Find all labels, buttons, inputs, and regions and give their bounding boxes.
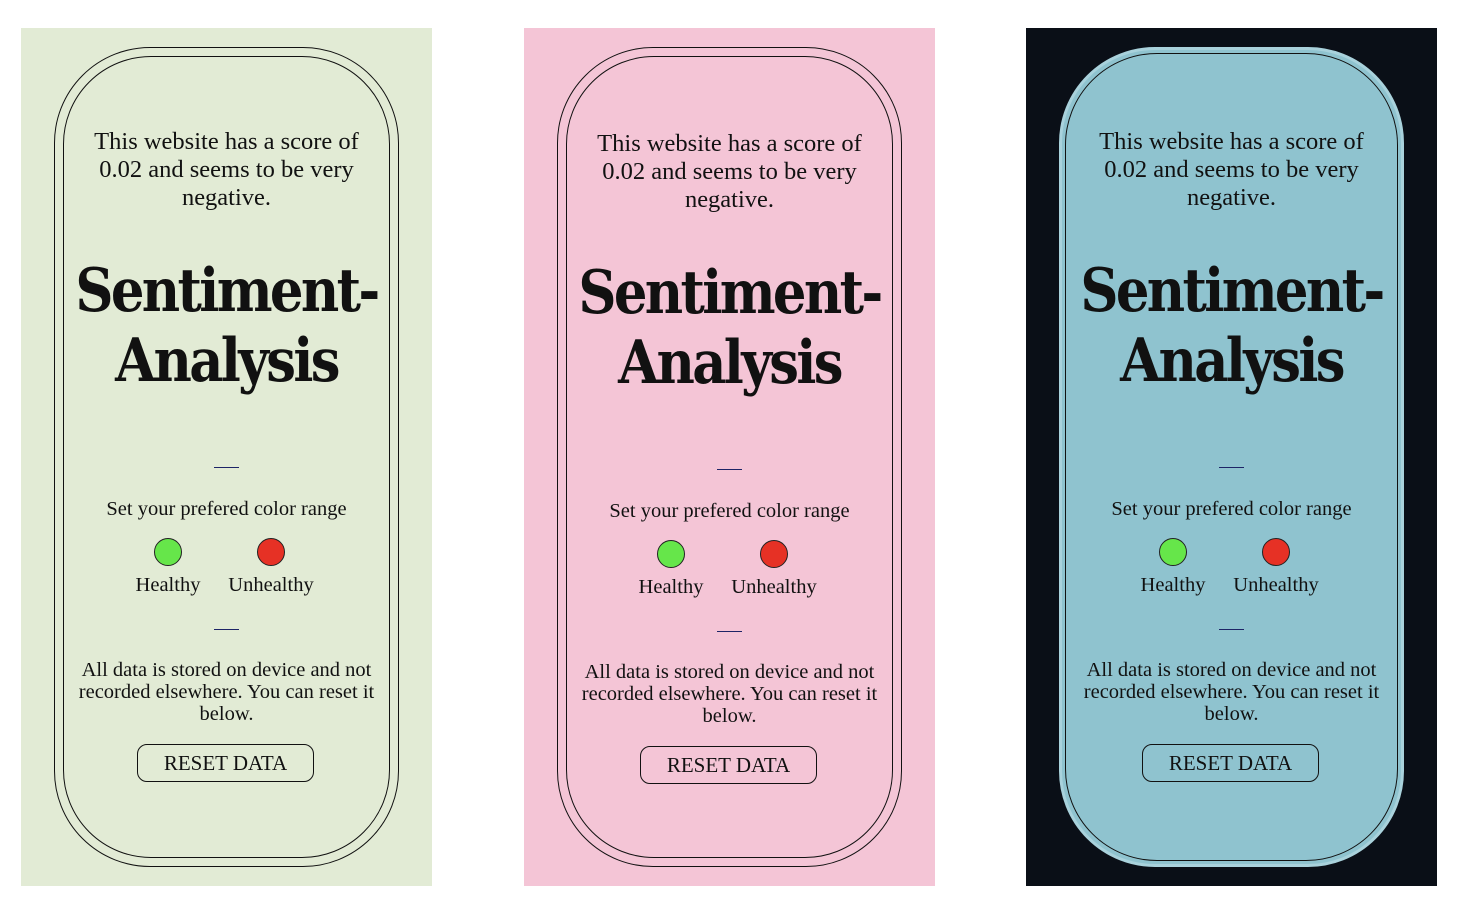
app-title: Sentiment- Analysis [1068,256,1394,396]
app-title: Sentiment- Analysis [63,256,389,396]
healthy-label: Healthy [1140,574,1206,596]
unhealthy-color-swatch[interactable] [760,540,788,568]
unhealthy-label: Unhealthy [731,576,817,598]
app-title-line-2: Analysis [1120,326,1345,396]
divider-dash [1219,629,1244,630]
divider-dash [717,469,742,470]
healthy-color-swatch[interactable] [657,540,685,568]
reset-data-button[interactable]: RESET DATA [640,746,817,784]
app-title-line-1: Sentiment- [1080,256,1385,326]
color-range-label: Set your prefered color range [1111,498,1352,520]
storage-notice: All data is stored on device and not rec… [78,659,375,725]
panel-content: This website has a score of 0.02 and see… [21,28,432,886]
panel-light-green: This website has a score of 0.02 and see… [21,28,432,886]
unhealthy-color-swatch[interactable] [257,538,285,566]
app-title-line-2: Analysis [115,326,340,396]
healthy-label: Healthy [135,574,201,596]
reset-data-button[interactable]: RESET DATA [1142,744,1319,782]
healthy-color-swatch[interactable] [154,538,182,566]
color-range-label: Set your prefered color range [106,498,347,520]
score-summary: This website has a score of 0.02 and see… [597,130,862,213]
app-title-line-2: Analysis [618,328,843,398]
reset-data-button[interactable]: RESET DATA [137,744,314,782]
unhealthy-label: Unhealthy [228,574,314,596]
healthy-color-swatch[interactable] [1159,538,1187,566]
divider-dash [1219,467,1244,468]
storage-notice: All data is stored on device and not rec… [1083,659,1380,725]
unhealthy-color-swatch[interactable] [1262,538,1290,566]
screenshot-stage: This website has a score of 0.02 and see… [0,0,1458,912]
app-title-line-1: Sentiment- [75,256,380,326]
divider-dash [214,629,239,630]
score-summary: This website has a score of 0.02 and see… [1099,128,1364,211]
unhealthy-label: Unhealthy [1233,574,1319,596]
healthy-label: Healthy [638,576,704,598]
score-summary: This website has a score of 0.02 and see… [94,128,359,211]
divider-dash [717,631,742,632]
app-title-line-1: Sentiment- [578,258,883,328]
panel-dark-blue: This website has a score of 0.02 and see… [1026,28,1437,886]
panel-content: This website has a score of 0.02 and see… [1026,28,1437,886]
divider-dash [214,467,239,468]
panel-pink: This website has a score of 0.02 and see… [524,28,935,886]
app-title: Sentiment- Analysis [566,258,892,398]
panel-content: This website has a score of 0.02 and see… [524,30,935,888]
storage-notice: All data is stored on device and not rec… [581,661,878,727]
color-range-label: Set your prefered color range [609,500,850,522]
